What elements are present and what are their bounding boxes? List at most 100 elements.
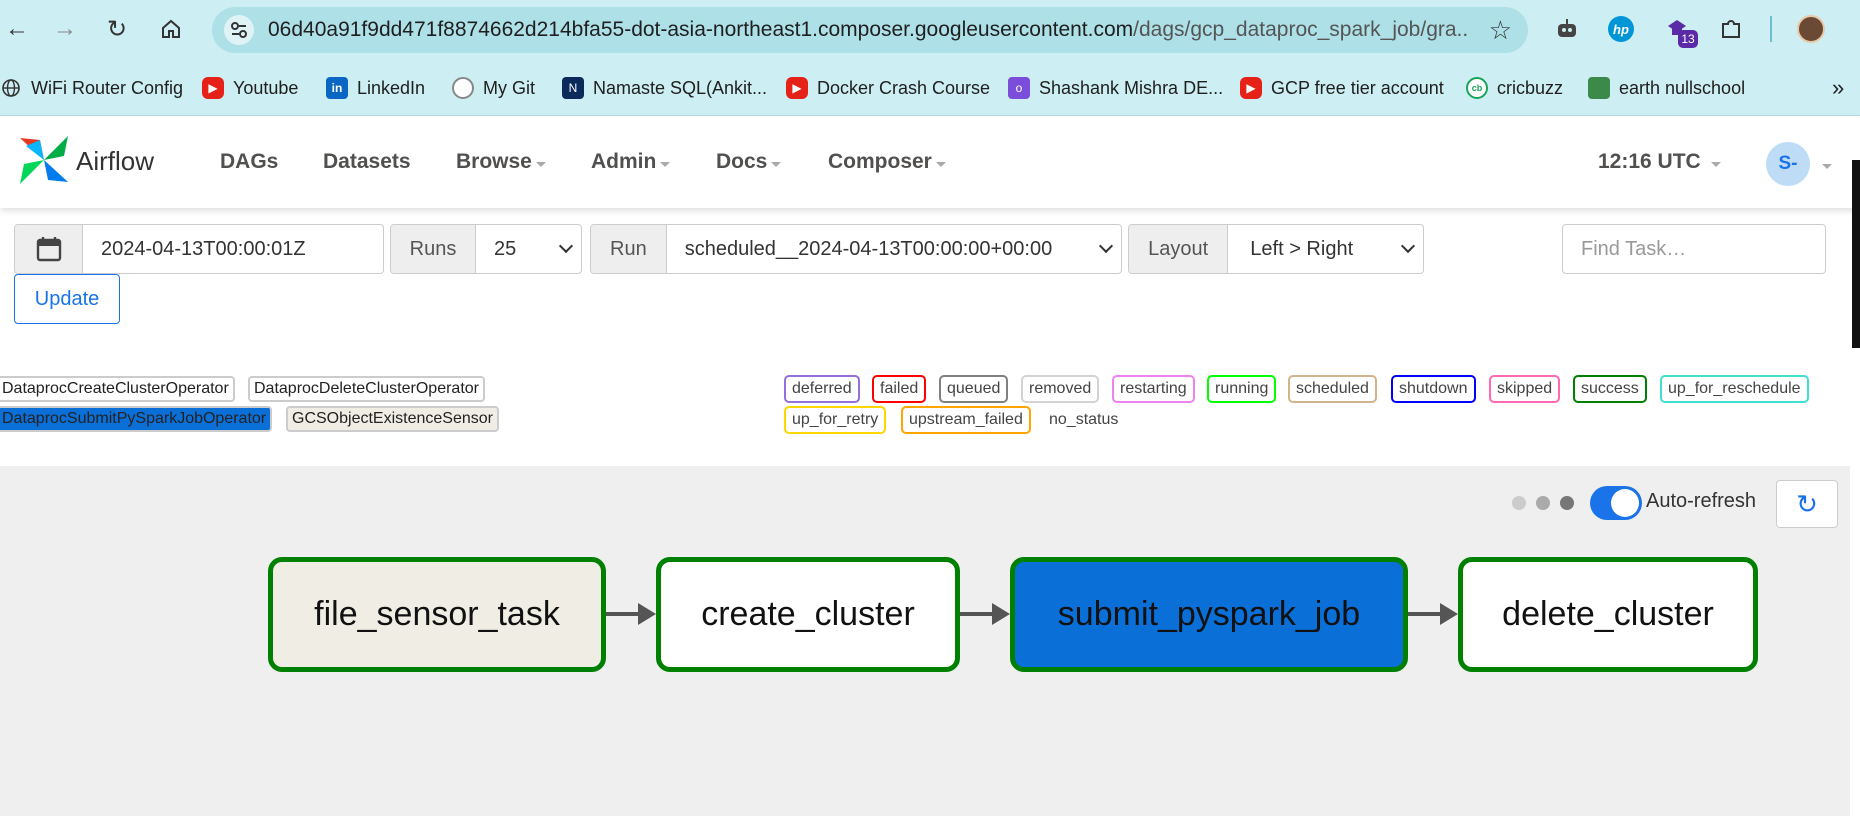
edge-arrow [1408, 603, 1458, 625]
nav-datasets[interactable]: Datasets [323, 150, 411, 174]
url-host: 06d40a91f9dd471f8874662d214bfa55-dot-asi… [268, 18, 1134, 41]
browser-toolbar: ← → ↻ 06d40a91f9dd471f8874662d214bfa55-d… [0, 0, 1860, 60]
refresh-icon: ↻ [1796, 488, 1818, 519]
status-removed[interactable]: removed [1021, 375, 1100, 403]
runs-label: Runs [391, 225, 477, 273]
bookmark-cricbuzz[interactable]: cb cricbuzz [1466, 74, 1563, 102]
status-skipped[interactable]: skipped [1489, 375, 1561, 403]
nav-docs[interactable]: Docs [716, 150, 782, 174]
forward-arrow-icon[interactable]: → [48, 12, 82, 46]
status-upstream-failed[interactable]: upstream_failed [901, 406, 1031, 434]
layout-group: Layout Left > Right [1128, 224, 1424, 274]
operator-tag-gcs-sensor[interactable]: GCSObjectExistenceSensor [286, 406, 499, 432]
refresh-dot [1560, 496, 1574, 510]
status-deferred[interactable]: deferred [784, 375, 860, 403]
status-restarting[interactable]: restarting [1112, 375, 1195, 403]
youtube-icon: ▶ [786, 77, 808, 99]
airflow-brand[interactable]: Airflow [76, 146, 154, 177]
find-task-input[interactable]: Find Task… [1562, 224, 1826, 274]
reload-icon[interactable]: ↻ [100, 12, 134, 46]
hp-extension-icon[interactable]: hp [1604, 12, 1638, 46]
task-node-delete-cluster[interactable]: delete_cluster [1458, 557, 1758, 672]
chevron-down-icon [558, 238, 574, 254]
caret-down-icon [935, 161, 946, 167]
nav-browse[interactable]: Browse [456, 150, 546, 174]
base-date-group: 2024-04-13T00:00:01Z [14, 224, 384, 274]
task-node-submit-pyspark-job[interactable]: submit_pyspark_job [1010, 557, 1408, 672]
run-select[interactable]: scheduled__2024-04-13T00:00:00+00:00 [667, 225, 1121, 273]
robot-extension-icon[interactable] [1550, 12, 1584, 46]
extension-badge: 13 [1678, 30, 1698, 48]
more-bookmarks-chevron-icon[interactable]: » [1832, 74, 1844, 102]
timezone-dropdown[interactable]: 12:16 UTC [1598, 150, 1721, 174]
status-failed[interactable]: failed [872, 375, 927, 403]
bookmark-earth-nullschool[interactable]: earth nullschool [1588, 74, 1745, 102]
task-node-create-cluster[interactable]: create_cluster [656, 557, 960, 672]
edge-arrow [606, 603, 656, 625]
caret-down-icon [1710, 161, 1721, 167]
user-menu-caret-icon[interactable] [1822, 164, 1832, 169]
profile-avatar-icon[interactable] [1794, 12, 1828, 46]
puzzle-extensions-icon[interactable] [1714, 12, 1748, 46]
task-node-file-sensor-task[interactable]: file_sensor_task [268, 557, 606, 672]
refresh-dot [1536, 496, 1550, 510]
operator-tag-create-cluster[interactable]: DataprocCreateClusterOperator [0, 376, 235, 402]
cricbuzz-icon: cb [1466, 77, 1488, 99]
status-scheduled[interactable]: scheduled [1288, 375, 1377, 403]
base-date-input[interactable]: 2024-04-13T00:00:01Z [83, 225, 383, 273]
status-queued[interactable]: queued [939, 375, 1009, 403]
purple-extension-icon[interactable]: 13 [1660, 12, 1698, 48]
toolbar-divider [1770, 16, 1772, 42]
runs-select[interactable]: 25 [476, 225, 581, 273]
back-arrow-icon[interactable]: ← [0, 12, 34, 46]
bookmark-label: Youtube [233, 77, 299, 98]
bookmark-label: GCP free tier account [1271, 77, 1444, 98]
utc-time: 12:16 UTC [1598, 150, 1701, 173]
status-shutdown[interactable]: shutdown [1391, 375, 1476, 403]
url-text: 06d40a91f9dd471f8874662d214bfa55-dot-asi… [268, 18, 1468, 42]
status-no-status[interactable]: no_status [1041, 406, 1127, 434]
nav-admin[interactable]: Admin [591, 150, 671, 174]
edge-arrow [960, 603, 1010, 625]
nav-label: DAGs [220, 150, 279, 173]
bookmark-gcp-free-tier[interactable]: ▶ GCP free tier account [1240, 74, 1444, 102]
bookmark-star-icon[interactable]: ☆ [1489, 15, 1512, 46]
user-avatar[interactable]: S- [1766, 142, 1810, 186]
layout-label: Layout [1129, 225, 1229, 273]
bookmark-docker-crash-course[interactable]: ▶ Docker Crash Course [786, 74, 990, 102]
calendar-icon[interactable] [15, 225, 83, 273]
bookmark-youtube[interactable]: ▶ Youtube [202, 74, 298, 102]
address-bar[interactable]: 06d40a91f9dd471f8874662d214bfa55-dot-asi… [212, 7, 1528, 53]
site-icon [1588, 77, 1610, 99]
bookmark-shashank-mishra[interactable]: o Shashank Mishra DE... [1008, 74, 1223, 102]
status-up-for-retry[interactable]: up_for_retry [784, 406, 887, 434]
bookmark-label: LinkedIn [357, 77, 426, 98]
layout-select[interactable]: Left > Right [1228, 225, 1423, 273]
runs-value: 25 [494, 237, 517, 260]
site-settings-icon[interactable] [224, 15, 254, 45]
bookmark-my-git[interactable]: My Git [452, 74, 535, 102]
nav-dags[interactable]: DAGs [220, 150, 278, 174]
auto-refresh-toggle[interactable] [1590, 486, 1642, 520]
run-group: Run scheduled__2024-04-13T00:00:00+00:00 [590, 224, 1122, 274]
nav-label: Browse [456, 150, 532, 173]
refresh-button[interactable]: ↻ [1776, 480, 1838, 528]
operator-tag-submit-pyspark[interactable]: DataprocSubmitPySparkJobOperator [0, 406, 273, 432]
operator-tag-delete-cluster[interactable]: DataprocDeleteClusterOperator [248, 376, 485, 402]
nav-label: Composer [828, 150, 932, 173]
status-success[interactable]: success [1573, 375, 1647, 403]
status-running[interactable]: running [1207, 375, 1277, 403]
caret-down-icon [660, 161, 671, 167]
bookmark-namaste-sql[interactable]: N Namaste SQL(Ankit... [562, 74, 767, 102]
bookmark-wifi-router-config[interactable]: WiFi Router Config [0, 74, 183, 102]
bookmark-linkedin[interactable]: in LinkedIn [326, 74, 425, 102]
chevron-down-icon [1098, 238, 1114, 254]
home-icon[interactable] [154, 12, 188, 46]
nav-composer[interactable]: Composer [828, 150, 946, 174]
youtube-icon: ▶ [1240, 77, 1262, 99]
status-up-for-reschedule[interactable]: up_for_reschedule [1660, 375, 1809, 403]
nav-label: Docs [716, 150, 768, 173]
globe-icon [0, 77, 22, 99]
update-button[interactable]: Update [14, 274, 120, 324]
airflow-logo-icon[interactable] [16, 132, 72, 188]
